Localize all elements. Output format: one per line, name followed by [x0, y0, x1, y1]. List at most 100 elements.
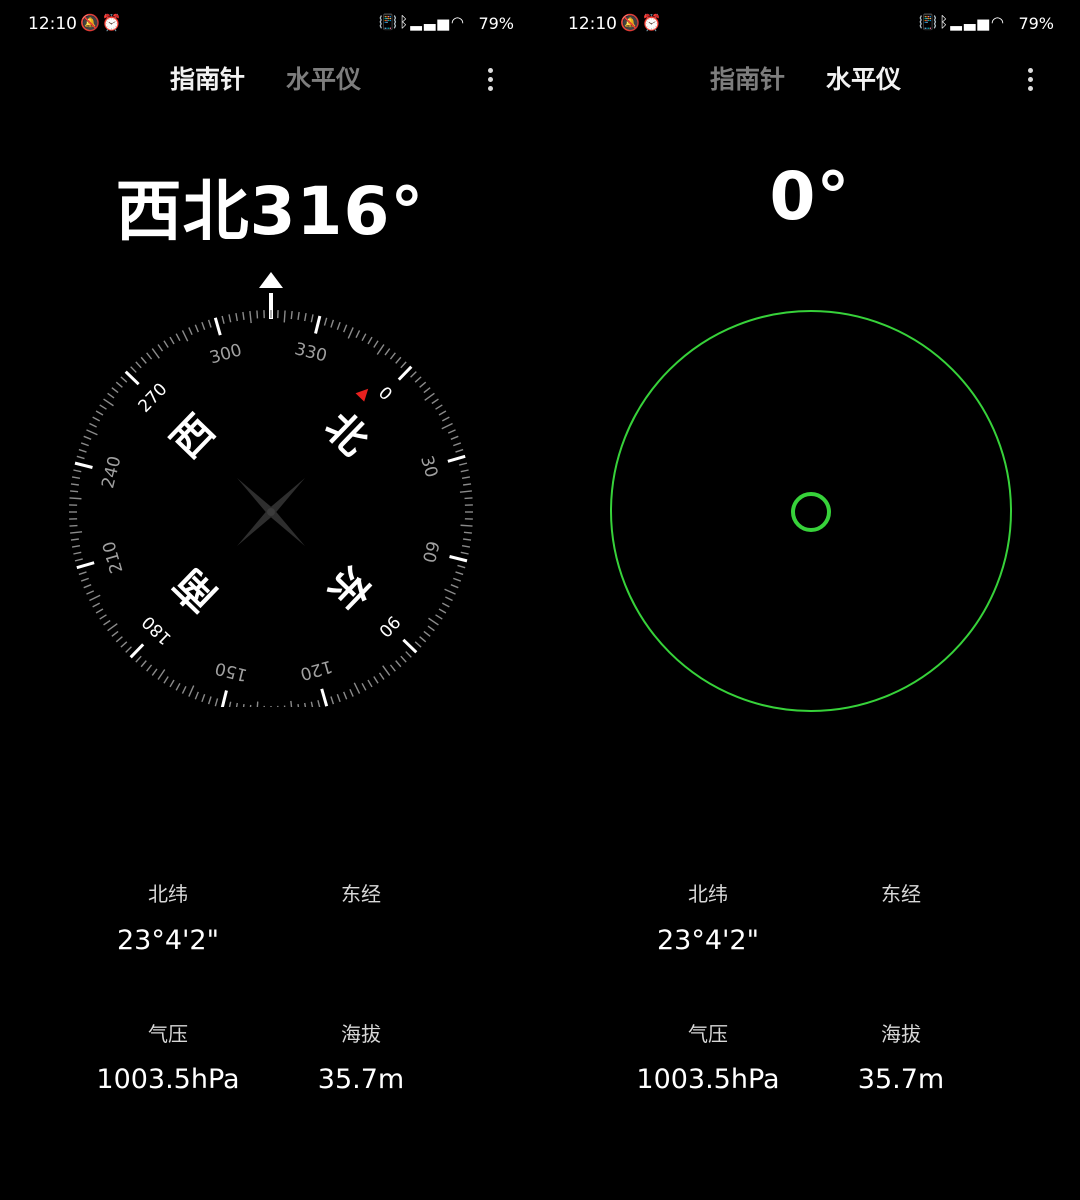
dial-tick: [423, 387, 431, 394]
dial-tick: [459, 490, 472, 493]
mute-icon: 🔕: [80, 13, 102, 32]
dial-tick: [120, 641, 128, 648]
dial-tick: [207, 696, 212, 705]
dial-tick: [461, 476, 471, 480]
dial-tick: [400, 361, 407, 369]
dial-degree-label: 240: [98, 454, 125, 490]
dial-tick: [169, 336, 175, 345]
dial-tick: [367, 679, 373, 688]
dial-tick: [228, 701, 232, 707]
dial-tick: [463, 538, 472, 541]
dial-tick: [402, 638, 418, 654]
more-options-icon[interactable]: [1020, 66, 1040, 94]
tab-compass[interactable]: 指南针: [710, 60, 785, 96]
dial-tick: [464, 497, 473, 500]
dial-tick: [71, 476, 81, 480]
dial-tick: [353, 682, 361, 694]
latitude-label: 北纬: [148, 882, 188, 906]
dial-tick: [455, 448, 464, 453]
dial-tick: [249, 704, 252, 707]
notification-icons: 🔕⏰: [620, 13, 664, 32]
dial-tick: [283, 705, 286, 707]
dial-tick: [290, 700, 293, 707]
dial-degree-label: 90: [374, 611, 403, 640]
dial-tick: [92, 416, 101, 422]
dial-tick: [349, 688, 354, 697]
more-options-icon[interactable]: [480, 66, 500, 94]
dial-tick: [188, 327, 193, 336]
dial-tick: [135, 655, 142, 663]
battery-percent: 79%: [478, 14, 514, 33]
dial-tick: [330, 319, 335, 328]
wifi-icon: ◠: [450, 13, 466, 31]
dial-tick: [129, 643, 145, 659]
dial-tick: [146, 352, 153, 360]
dial-tick: [83, 584, 92, 589]
dial-tick: [80, 577, 89, 582]
dial-tick: [373, 676, 379, 684]
dial-tick: [99, 614, 107, 620]
dial-tick: [428, 617, 439, 626]
heading-degrees: 316°: [249, 173, 425, 250]
dial-tick: [378, 672, 385, 680]
dial-tick: [235, 312, 239, 322]
dial-tick: [103, 398, 114, 407]
dial-tick: [130, 366, 137, 373]
dial-tick: [235, 702, 239, 707]
dial-tick: [461, 544, 471, 548]
dial-tick: [169, 679, 175, 688]
dial-degree-label: 60: [418, 539, 443, 565]
dial-tick: [115, 381, 123, 388]
dial-tick: [343, 324, 348, 333]
dial-tick: [457, 564, 466, 569]
dial-tick: [444, 588, 456, 595]
north-marker-icon: [355, 388, 369, 402]
compass-screen: 12:10 🔕⏰ 📳ᛒ▂▃▅◠ 79% 指南针 水平仪 西北316° 0 30 60…: [0, 0, 540, 1200]
tab-level[interactable]: 水平仪: [286, 60, 361, 96]
dial-tick: [303, 702, 307, 707]
dial-tick: [70, 538, 79, 541]
dial-tick: [460, 524, 473, 527]
dial-tick: [83, 435, 92, 440]
dial-tick: [214, 698, 219, 707]
dial-tick: [314, 315, 322, 334]
dial-tick: [310, 701, 314, 707]
dial-tick: [69, 497, 82, 500]
dial-tick: [447, 454, 466, 463]
dial-tick: [111, 387, 119, 394]
tab-compass[interactable]: 指南针: [170, 60, 245, 96]
dial-tick: [427, 625, 435, 632]
hd-signal-icon: ▂▃▅: [410, 13, 451, 31]
dial-tick: [297, 311, 300, 320]
dial-tick: [242, 311, 245, 320]
cardinal-north: 北: [316, 404, 377, 465]
dial-tick: [303, 312, 307, 322]
dial-tick: [69, 524, 78, 527]
dial-tick: [447, 429, 456, 434]
dial-tick: [400, 655, 407, 663]
dial-tick: [70, 531, 83, 534]
tab-level[interactable]: 水平仪: [826, 60, 901, 96]
level-screen: 12:10 🔕⏰ 📳ᛒ▂▃▅◠ 79% 指南针 水平仪 0° 北纬 23°4'2…: [540, 0, 1080, 1200]
dial-tick: [107, 392, 115, 399]
altitude-value: 35.7m: [857, 1064, 945, 1095]
status-time: 12:10: [28, 14, 77, 34]
dial-tick: [336, 321, 341, 330]
dial-tick: [207, 319, 212, 328]
alarm-icon: ⏰: [641, 13, 664, 32]
longitude-label: 东经: [341, 882, 381, 906]
dial-tick: [73, 551, 82, 555]
dial-tick: [419, 636, 427, 643]
dial-tick: [460, 469, 469, 473]
dial-tick: [310, 314, 314, 323]
dial-tick: [146, 664, 153, 672]
dial-tick: [249, 311, 252, 324]
compass-center-dot: [267, 508, 275, 516]
dial-tick: [343, 691, 348, 700]
dial-tick: [120, 376, 128, 383]
system-icons: 📳ᛒ▂▃▅◠: [379, 13, 466, 31]
dial-tick: [157, 669, 166, 680]
dial-tick: [140, 356, 147, 364]
dial-tick: [397, 365, 413, 381]
dial-tick: [188, 685, 195, 697]
